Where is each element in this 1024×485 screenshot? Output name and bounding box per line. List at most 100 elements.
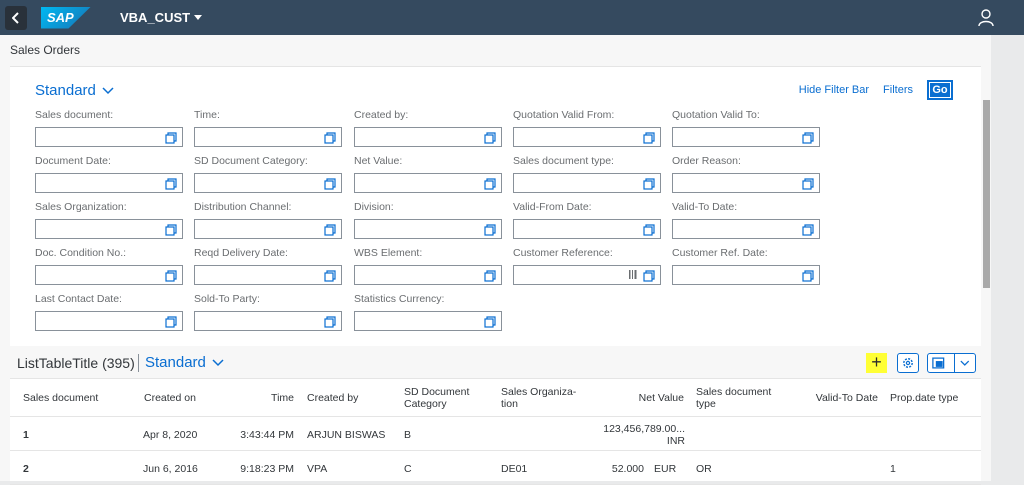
table-toolbar: ListTableTitle (395) Standard + <box>10 346 981 379</box>
net-value-amount: 52.000 <box>611 462 644 475</box>
column-header-time[interactable]: Time <box>240 379 294 417</box>
value-help-icon[interactable] <box>484 269 496 282</box>
net-value-amount: 123,456,789.00... <box>603 422 685 435</box>
filter-field-sales-document-type: Sales document type: <box>513 155 661 193</box>
quotation-valid-to-input[interactable] <box>672 127 820 147</box>
value-help-icon[interactable] <box>643 269 655 282</box>
cell-sd-category: B <box>404 428 412 441</box>
value-help-icon[interactable] <box>643 177 655 190</box>
chevron-down-icon <box>212 358 224 366</box>
table-row[interactable]: 1 Apr 8, 2020 3:43:44 PM ARJUN BISWAS B … <box>10 418 981 451</box>
filter-label: Customer Ref. Date: <box>672 247 768 259</box>
value-help-icon[interactable] <box>324 131 336 144</box>
value-help-icon[interactable] <box>643 131 655 144</box>
value-help-icon[interactable] <box>484 131 496 144</box>
value-help-icon[interactable] <box>802 223 814 236</box>
table-title: ListTableTitle (395) <box>17 355 135 371</box>
value-help-icon[interactable] <box>165 223 177 236</box>
time-input[interactable] <box>194 127 342 147</box>
value-help-icon[interactable] <box>165 315 177 328</box>
customer-ref-date-input[interactable] <box>672 265 820 285</box>
valid-from-date-input[interactable] <box>513 219 661 239</box>
filter-label: Customer Reference: <box>513 247 613 259</box>
cell-sales-document: 2 <box>23 462 29 475</box>
hide-filter-bar-link[interactable]: Hide Filter Bar <box>799 84 869 96</box>
column-header-sales-document-type[interactable]: Sales document type <box>696 379 786 417</box>
filters-link[interactable]: Filters <box>883 84 913 96</box>
value-help-icon[interactable] <box>324 315 336 328</box>
division-input[interactable] <box>354 219 502 239</box>
chevron-down-icon[interactable] <box>955 358 975 368</box>
created-by-input[interactable] <box>354 127 502 147</box>
value-help-icon[interactable] <box>802 269 814 282</box>
settings-button[interactable] <box>897 353 919 373</box>
go-button[interactable]: Go <box>927 80 953 100</box>
sd-document-category-input[interactable] <box>194 173 342 193</box>
column-header-sales-organization[interactable]: Sales Organiza-tion <box>501 379 581 417</box>
filter-field-customer-reference: Customer Reference: <box>513 247 661 285</box>
column-header-created-by[interactable]: Created by <box>307 379 387 417</box>
value-help-icon[interactable] <box>324 177 336 190</box>
filter-field-valid-to-date: Valid-To Date: <box>672 201 820 239</box>
net-value-currency: INR <box>666 434 685 447</box>
scrollbar[interactable] <box>983 100 990 288</box>
sap-logo[interactable]: SAP <box>41 6 91 29</box>
filter-label: Statistics Currency: <box>354 293 445 305</box>
value-help-icon[interactable] <box>484 177 496 190</box>
column-header-valid-to-date[interactable]: Valid-To Date <box>800 379 878 417</box>
table-variant-selector[interactable]: Standard <box>145 354 224 371</box>
value-help-icon[interactable] <box>324 223 336 236</box>
export-button[interactable] <box>927 353 976 373</box>
value-help-icon[interactable] <box>324 269 336 282</box>
value-help-icon[interactable] <box>165 177 177 190</box>
valid-to-date-input[interactable] <box>672 219 820 239</box>
add-button[interactable]: + <box>866 353 887 373</box>
sold-to-party-input[interactable] <box>194 311 342 331</box>
order-reason-input[interactable] <box>672 173 820 193</box>
filter-field-sold-to-party: Sold-To Party: <box>194 293 342 331</box>
value-help-icon[interactable] <box>484 223 496 236</box>
cell-sd-category: C <box>404 462 412 475</box>
net-value-input[interactable] <box>354 173 502 193</box>
statistics-currency-input[interactable] <box>354 311 502 331</box>
back-button[interactable] <box>5 5 27 30</box>
column-header-sd-category[interactable]: SD Document Category <box>404 379 484 417</box>
filter-label: Doc. Condition No.: <box>35 247 127 259</box>
user-icon[interactable] <box>978 9 994 27</box>
value-help-icon[interactable] <box>643 223 655 236</box>
filter-variant-selector[interactable]: Standard <box>35 82 114 99</box>
value-help-icon[interactable] <box>165 269 177 282</box>
filter-field-sales-document: Sales document: <box>35 109 183 147</box>
value-help-icon[interactable] <box>802 177 814 190</box>
filter-field-division: Division: <box>354 201 502 239</box>
sales-document-input[interactable] <box>35 127 183 147</box>
column-header-net-value[interactable]: Net Value <box>610 379 684 417</box>
filter-label: Sales Organization: <box>35 201 127 213</box>
filter-field-last-contact-date: Last Contact Date: <box>35 293 183 331</box>
document-date-input[interactable] <box>35 173 183 193</box>
value-help-icon[interactable] <box>165 131 177 144</box>
filter-field-sd-document-category: SD Document Category: <box>194 155 342 193</box>
doc-condition-no-input[interactable] <box>35 265 183 285</box>
customer-reference-input[interactable] <box>513 265 661 285</box>
last-contact-date-input[interactable] <box>35 311 183 331</box>
column-header-prop-date-type[interactable]: Prop.date type <box>890 379 980 417</box>
wbs-element-input[interactable] <box>354 265 502 285</box>
column-header-sales-document[interactable]: Sales document <box>23 379 133 417</box>
barcode-scan-icon[interactable] <box>629 269 637 283</box>
gear-icon <box>903 358 913 368</box>
filter-field-doc-condition-no: Doc. Condition No.: <box>35 247 183 285</box>
column-header-created-on[interactable]: Created on <box>144 379 224 417</box>
quotation-valid-from-input[interactable] <box>513 127 661 147</box>
cell-prop-date-type: 1 <box>890 462 896 475</box>
sales-organization-input[interactable] <box>35 219 183 239</box>
reqd-delivery-date-input[interactable] <box>194 265 342 285</box>
value-help-icon[interactable] <box>484 315 496 328</box>
cell-created-on: Apr 8, 2020 <box>143 428 198 441</box>
variant-label: Standard <box>35 82 96 99</box>
distribution-channel-input[interactable] <box>194 219 342 239</box>
sales-document-type-input[interactable] <box>513 173 661 193</box>
value-help-icon[interactable] <box>802 131 814 144</box>
app-title-menu[interactable]: VBA_CUST <box>120 10 203 25</box>
table-row[interactable]: 2 Jun 6, 2016 9:18:23 PM VPA C DE01 52.0… <box>10 452 981 485</box>
